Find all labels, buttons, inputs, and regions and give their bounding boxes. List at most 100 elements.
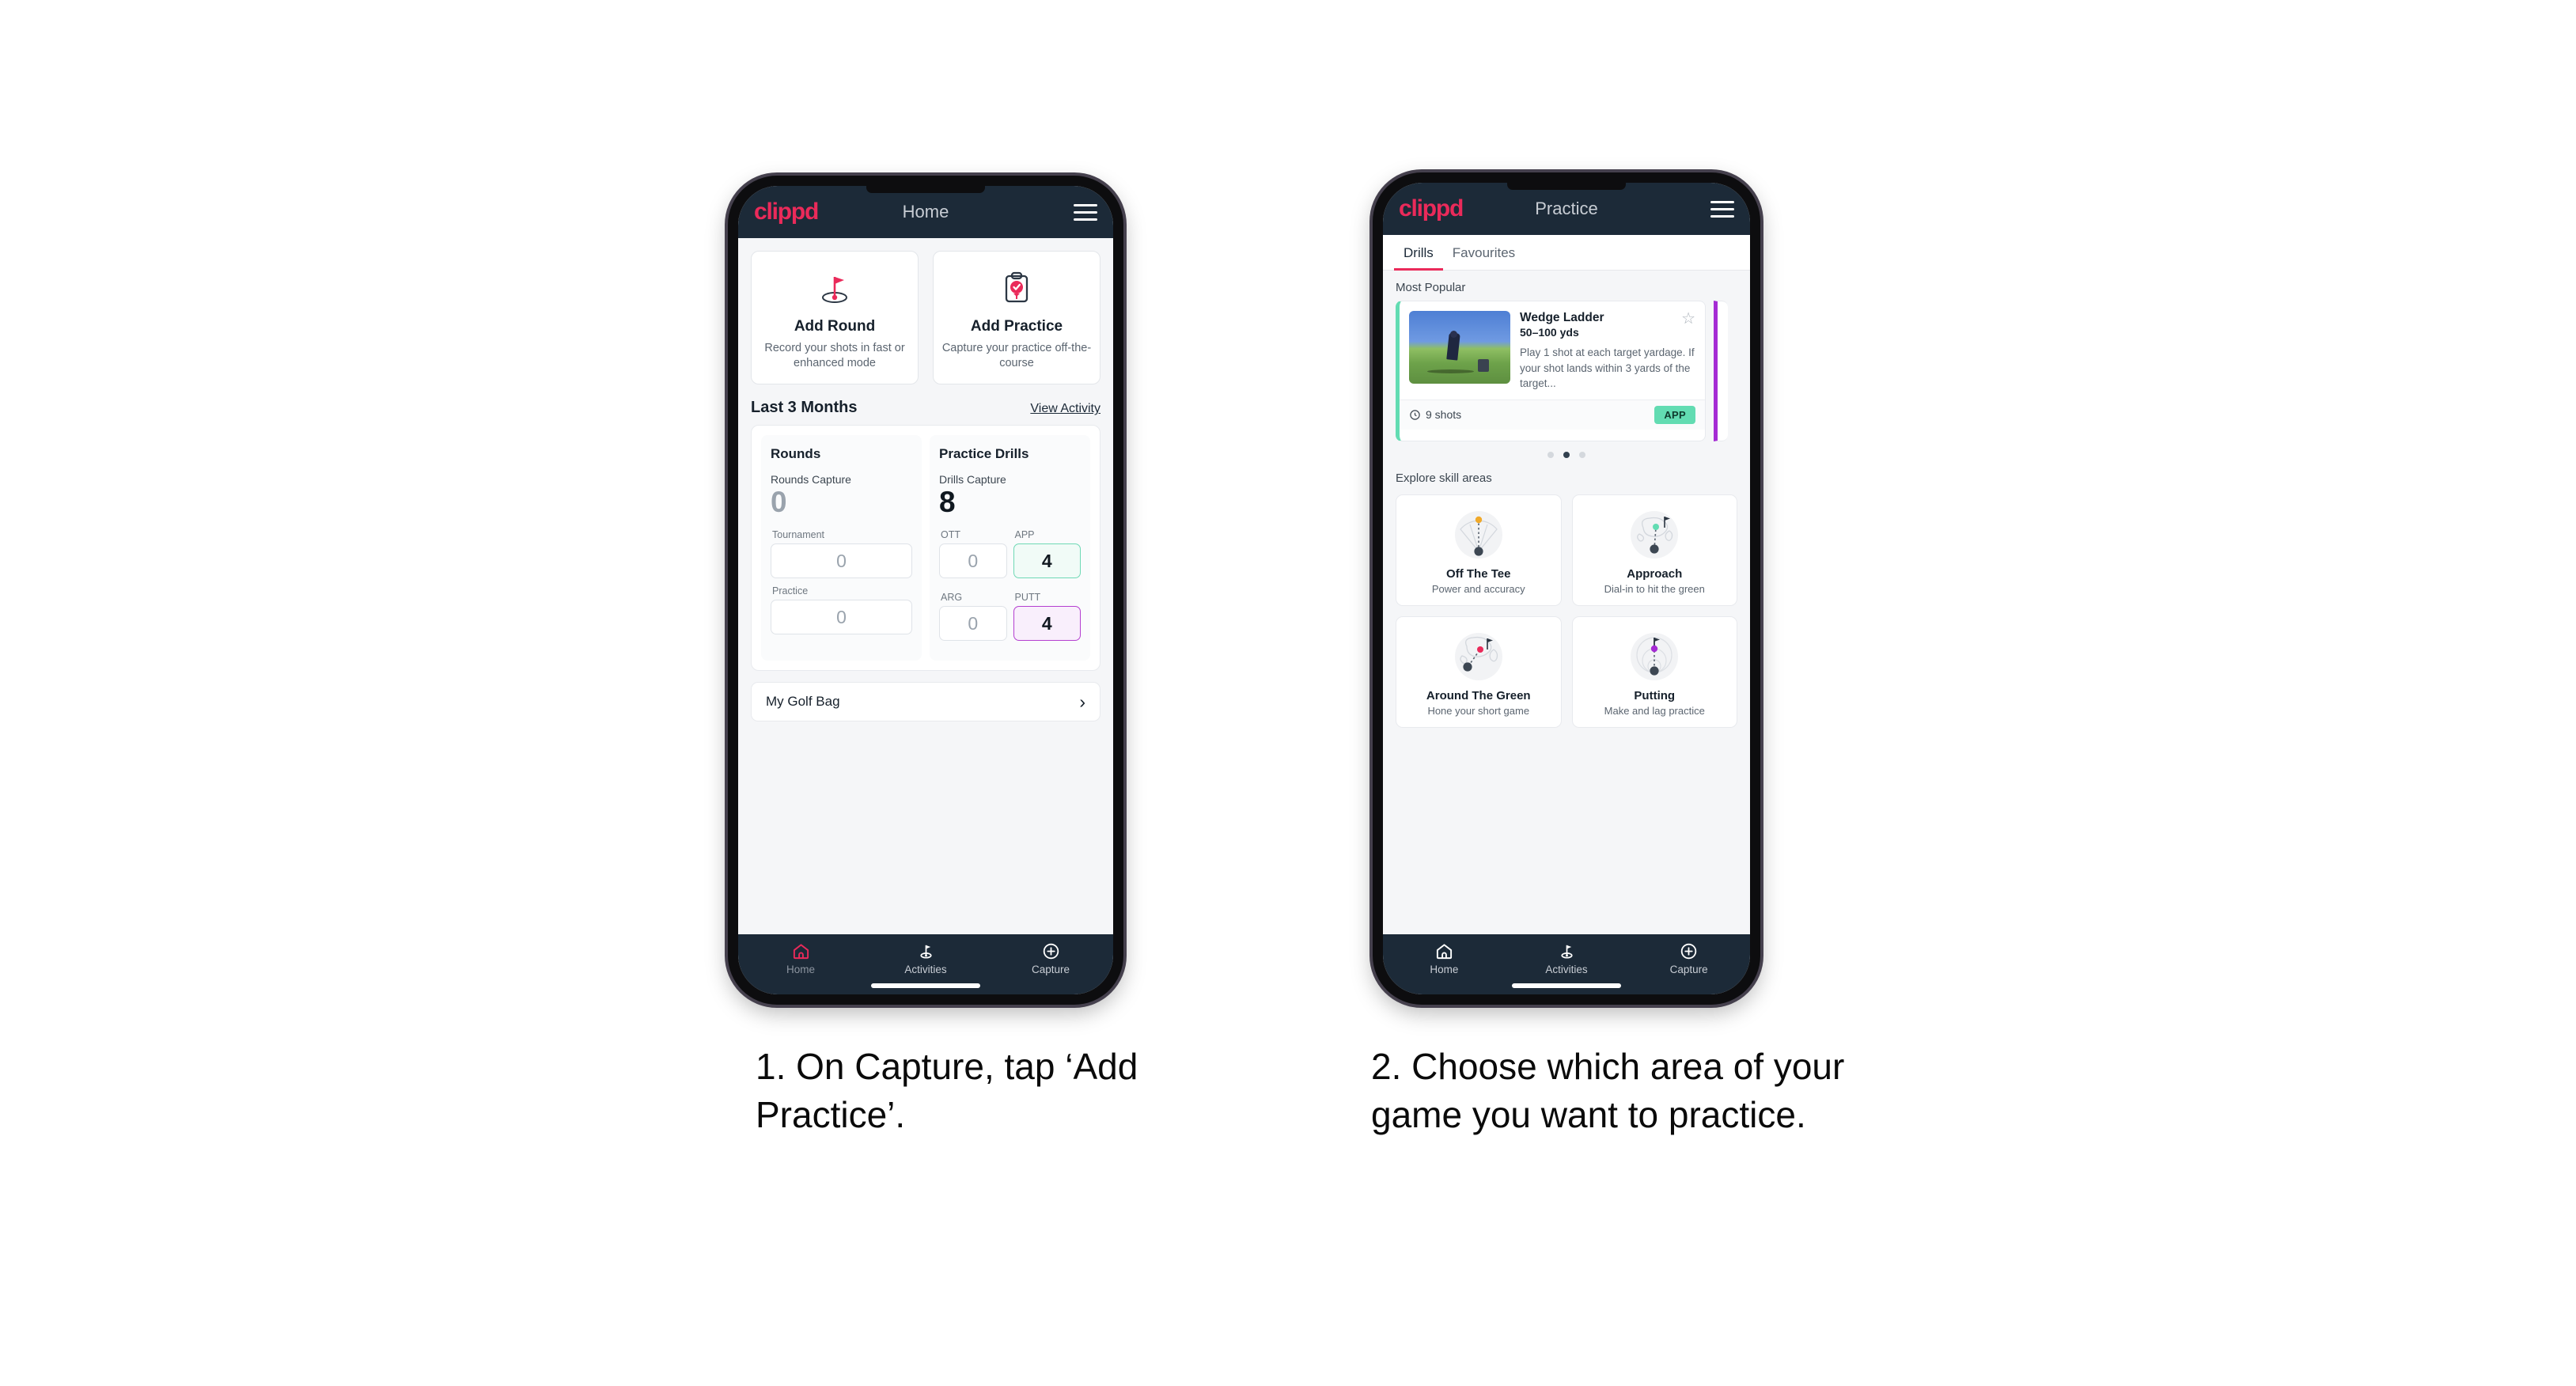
home-icon [792, 941, 810, 960]
clippd-logo[interactable]: clippd [1399, 195, 1464, 222]
caption-step-1: 1. On Capture, tap ‘Add Practice’. [756, 1046, 1138, 1135]
phone2-screen: clippd Practice Drills Favourites Most P… [1383, 183, 1750, 994]
drills-capture-label: Drills Capture [939, 473, 1006, 487]
drill-shots-label: 9 shots [1426, 408, 1462, 422]
phone2-content: Drills Favourites Most Popular ☆ Wedge L… [1383, 235, 1750, 934]
drill-card-next-peek[interactable] [1714, 301, 1728, 441]
tournament-value[interactable]: 0 [771, 543, 912, 579]
home-indicator [871, 983, 980, 988]
golf-flag-icon [917, 941, 935, 960]
skill-title: Off The Tee [1446, 567, 1511, 581]
clipboard-check-tee-icon [940, 266, 1093, 310]
skill-subtitle: Dial-in to hit the green [1604, 583, 1705, 595]
drill-card-body: ☆ Wedge Ladder 50–100 yds Play 1 shot at… [1400, 301, 1705, 400]
hamburger-icon[interactable] [1710, 200, 1734, 218]
nav-label-capture: Capture [1031, 964, 1070, 975]
phone-notch [866, 186, 985, 193]
tab-favourites[interactable]: Favourites [1443, 235, 1525, 270]
hamburger-icon[interactable] [1074, 203, 1097, 221]
drill-shots: 9 shots [1409, 408, 1461, 421]
drill-title: Wedge Ladder [1520, 311, 1604, 324]
nav-label-capture: Capture [1669, 964, 1708, 975]
nav-item-activities[interactable]: Activities [1506, 941, 1628, 975]
phone-mockup-home: clippd Home Add Round Record your shots … [728, 176, 1123, 1005]
practice-label: Practice [772, 585, 809, 597]
quick-actions-row: Add Round Record your shots in fast or e… [738, 238, 1113, 385]
poster-canvas: clippd Home Add Round Record your shots … [0, 0, 2576, 1386]
carousel-dot[interactable] [1547, 452, 1554, 458]
ott-value[interactable]: 0 [939, 543, 1007, 579]
golf-flag-icon [1558, 941, 1576, 960]
phone-notch [1507, 183, 1626, 190]
skill-card-approach[interactable]: Approach Dial-in to hit the green [1571, 494, 1737, 606]
carousel-dot-active[interactable] [1563, 452, 1570, 458]
ott-label: OTT [941, 529, 960, 541]
drill-meta: ☆ Wedge Ladder 50–100 yds Play 1 shot at… [1520, 311, 1695, 392]
nav-label-activities: Activities [1545, 964, 1588, 975]
nav-item-capture[interactable]: Capture [988, 941, 1113, 975]
skill-subtitle: Hone your short game [1427, 705, 1530, 717]
phone1-bottom-nav: Home Activities Capture [738, 934, 1113, 994]
skill-areas-grid: Off The Tee Power and accuracy Approach … [1383, 491, 1750, 728]
tee-shot-fan-icon [1403, 504, 1555, 566]
phone-mockup-practice: clippd Practice Drills Favourites Most P… [1373, 172, 1760, 1005]
nav-label-activities: Activities [904, 964, 947, 975]
arg-value[interactable]: 0 [939, 606, 1007, 642]
add-round-title: Add Round [794, 318, 876, 335]
nav-item-activities[interactable]: Activities [863, 941, 988, 975]
add-round-card[interactable]: Add Round Record your shots in fast or e… [751, 251, 919, 385]
tournament-label: Tournament [772, 529, 825, 541]
section-title: Last 3 Months [751, 399, 858, 417]
view-activity-link[interactable]: View Activity [1030, 402, 1100, 416]
clippd-logo[interactable]: clippd [754, 199, 819, 225]
most-popular-label: Most Popular [1396, 281, 1466, 294]
caption-step-2: 2. Choose which area of your game you wa… [1371, 1046, 1845, 1135]
golf-flag-hole-icon [758, 266, 911, 310]
arg-label: ARG [941, 592, 963, 604]
skill-card-around-the-green[interactable]: Around The Green Hone your short game [1396, 616, 1562, 728]
practice-value[interactable]: 0 [771, 600, 912, 635]
clock-icon [1410, 409, 1420, 420]
add-practice-card[interactable]: Add Practice Capture your practice off-t… [933, 251, 1100, 385]
plus-circle-icon [1680, 941, 1698, 960]
phone2-appbar: clippd Practice [1383, 183, 1750, 235]
phone2-bottom-nav: Home Activities Capture [1383, 934, 1750, 994]
chevron-right-icon: › [1079, 691, 1085, 712]
add-practice-title: Add Practice [970, 318, 1063, 335]
drill-thumbnail [1409, 311, 1510, 384]
tab-drills[interactable]: Drills [1394, 235, 1443, 271]
nav-item-capture[interactable]: Capture [1627, 941, 1750, 975]
nav-item-home[interactable]: Home [738, 941, 863, 975]
skill-title: Approach [1627, 567, 1683, 581]
rounds-column: Rounds Rounds Capture 0 Tournament 0 Pra… [761, 435, 922, 661]
app-value[interactable]: 4 [1013, 543, 1081, 579]
phone1-appbar: clippd Home [738, 186, 1113, 238]
phone1-content: Add Round Record your shots in fast or e… [738, 238, 1113, 934]
skill-card-off-the-tee[interactable]: Off The Tee Power and accuracy [1396, 494, 1562, 606]
my-golf-bag-row[interactable]: My Golf Bag › [751, 682, 1100, 722]
skill-card-putting[interactable]: Putting Make and lag practice [1571, 616, 1737, 728]
skill-subtitle: Power and accuracy [1431, 583, 1525, 595]
putt-value[interactable]: 4 [1013, 606, 1081, 642]
explore-skill-areas-label: Explore skill areas [1396, 471, 1492, 485]
drills-carousel[interactable]: ☆ Wedge Ladder 50–100 yds Play 1 shot at… [1383, 301, 1750, 441]
plus-circle-icon [1042, 941, 1060, 960]
skill-title: Around The Green [1426, 689, 1531, 702]
nav-label-home: Home [786, 964, 815, 975]
putting-rings-icon [1579, 626, 1731, 687]
my-golf-bag-label: My Golf Bag [766, 694, 840, 710]
carousel-dot[interactable] [1579, 452, 1585, 458]
drill-card-footer: 9 shots APP [1400, 399, 1705, 430]
star-outline-icon[interactable]: ☆ [1681, 311, 1695, 327]
app-label: APP [1014, 529, 1035, 541]
drill-card[interactable]: ☆ Wedge Ladder 50–100 yds Play 1 shot at… [1396, 301, 1706, 441]
carousel-dots[interactable] [1383, 441, 1750, 461]
home-icon [1435, 941, 1453, 960]
drill-skill-badge: APP [1654, 405, 1695, 424]
drill-yardage: 50–100 yds [1520, 326, 1579, 339]
practice-tabs: Drills Favourites [1383, 235, 1750, 271]
nav-item-home[interactable]: Home [1383, 941, 1506, 975]
skill-title: Putting [1634, 689, 1676, 702]
approach-green-icon [1579, 504, 1731, 566]
rounds-heading: Rounds [771, 446, 821, 462]
